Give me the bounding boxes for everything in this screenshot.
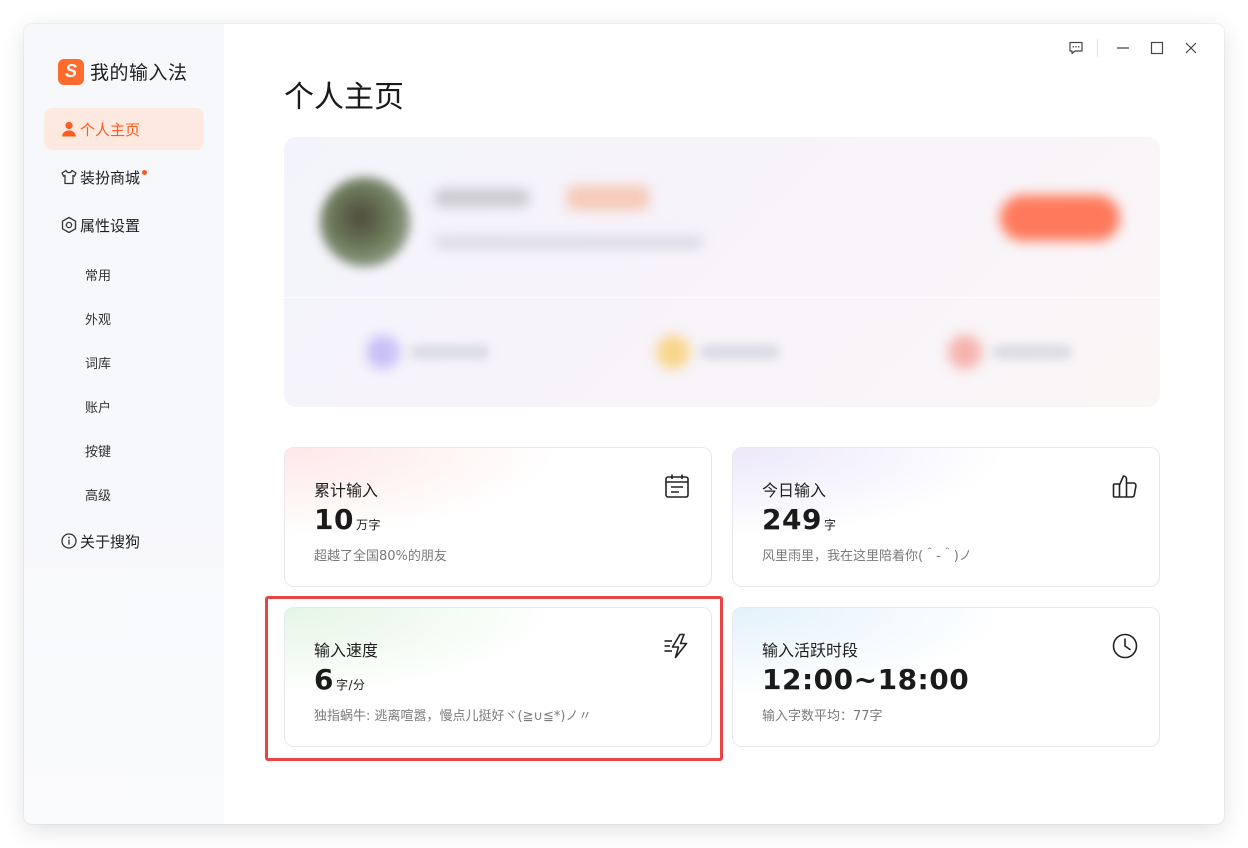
sidebar-subitem-advanced[interactable]: 高级	[44, 472, 204, 516]
blurred-stat-icon	[366, 335, 400, 369]
sidebar-nav: 个人主页 装扮商城 属性设置 常用 外观 词库 账户 按键 高级 关于搜狗	[44, 108, 204, 568]
titlebar-controls	[1059, 36, 1208, 60]
profile-card-blurred	[284, 137, 1160, 407]
blurred-action-button	[1000, 195, 1120, 241]
blurred-stat-text	[992, 345, 1072, 359]
info-icon	[61, 533, 77, 549]
titlebar-divider	[1097, 39, 1098, 57]
sidebar-subitem-keys[interactable]: 按键	[44, 428, 204, 472]
stat-value: 10 万字	[314, 503, 381, 536]
notification-dot	[142, 169, 148, 175]
sidebar-subitem-account[interactable]: 账户	[44, 384, 204, 428]
user-icon	[62, 121, 76, 137]
sidebar-item-label: 装扮商城	[80, 168, 141, 187]
feedback-button[interactable]	[1059, 36, 1093, 60]
app-logo-icon: S	[58, 58, 84, 85]
card-divider	[284, 297, 1160, 298]
shirt-icon	[61, 169, 77, 185]
thumbs-up-icon	[1112, 475, 1137, 498]
maximize-button[interactable]	[1140, 36, 1174, 60]
minimize-icon	[1117, 47, 1129, 49]
stat-note: 风里雨里，我在这里陪着你(＾-＾)ノ	[762, 549, 972, 564]
speed-card-highlight	[265, 596, 723, 761]
stat-value: 249 字	[762, 503, 837, 536]
minimize-button[interactable]	[1106, 36, 1140, 60]
sidebar-item-about[interactable]: 关于搜狗	[44, 520, 204, 562]
sidebar-item-label: 个人主页	[80, 120, 141, 139]
blurred-username	[434, 189, 530, 207]
maximize-icon	[1150, 41, 1164, 55]
close-icon	[1185, 42, 1197, 54]
brand: S 我的输入法	[58, 58, 188, 85]
stat-label: 今日输入	[762, 481, 827, 500]
stat-card-active-period: 输入活跃时段 12:00~18:00 输入字数平均：77字	[732, 607, 1160, 747]
stat-note: 输入字数平均：77字	[762, 709, 883, 724]
stat-label: 输入活跃时段	[762, 641, 859, 660]
app-window: S 我的输入法 个人主页 装扮商城 属性设置 常用 外观 词库 账户 按键 高级…	[24, 24, 1224, 824]
settings-hex-icon	[61, 216, 77, 234]
blurred-stat-icon	[948, 335, 982, 369]
blurred-level-badge	[566, 185, 650, 211]
clock-icon	[1112, 633, 1138, 659]
stat-card-today-input: 今日输入 249 字 风里雨里，我在这里陪着你(＾-＾)ノ	[732, 447, 1160, 587]
blurred-stat-text	[410, 345, 490, 359]
sidebar-subitem-appearance[interactable]: 外观	[44, 296, 204, 340]
sidebar-subitem-common[interactable]: 常用	[44, 252, 204, 296]
blurred-stat-icon	[656, 335, 690, 369]
sidebar-item-label: 关于搜狗	[80, 532, 141, 551]
sidebar: S 我的输入法 个人主页 装扮商城 属性设置 常用 外观 词库 账户 按键 高级…	[24, 24, 224, 824]
stat-label: 累计输入	[314, 481, 379, 500]
sidebar-item-profile[interactable]: 个人主页	[44, 108, 204, 150]
avatar	[320, 177, 410, 267]
stat-card-total-input: 累计输入 10 万字 超越了全国80%的朋友	[284, 447, 712, 587]
feedback-icon	[1069, 41, 1083, 55]
blurred-signature	[434, 235, 704, 249]
sidebar-item-label: 属性设置	[80, 216, 141, 235]
page-title: 个人主页	[284, 80, 404, 115]
blurred-stat-text	[700, 345, 780, 359]
sidebar-subitem-dictionary[interactable]: 词库	[44, 340, 204, 384]
calendar-icon	[665, 474, 689, 498]
stat-note: 超越了全国80%的朋友	[314, 549, 447, 564]
sidebar-item-store[interactable]: 装扮商城	[44, 156, 204, 198]
stat-value: 12:00~18:00	[762, 663, 970, 696]
close-button[interactable]	[1174, 36, 1208, 60]
app-name: 我的输入法	[90, 62, 188, 84]
sidebar-item-settings[interactable]: 属性设置	[44, 204, 204, 246]
